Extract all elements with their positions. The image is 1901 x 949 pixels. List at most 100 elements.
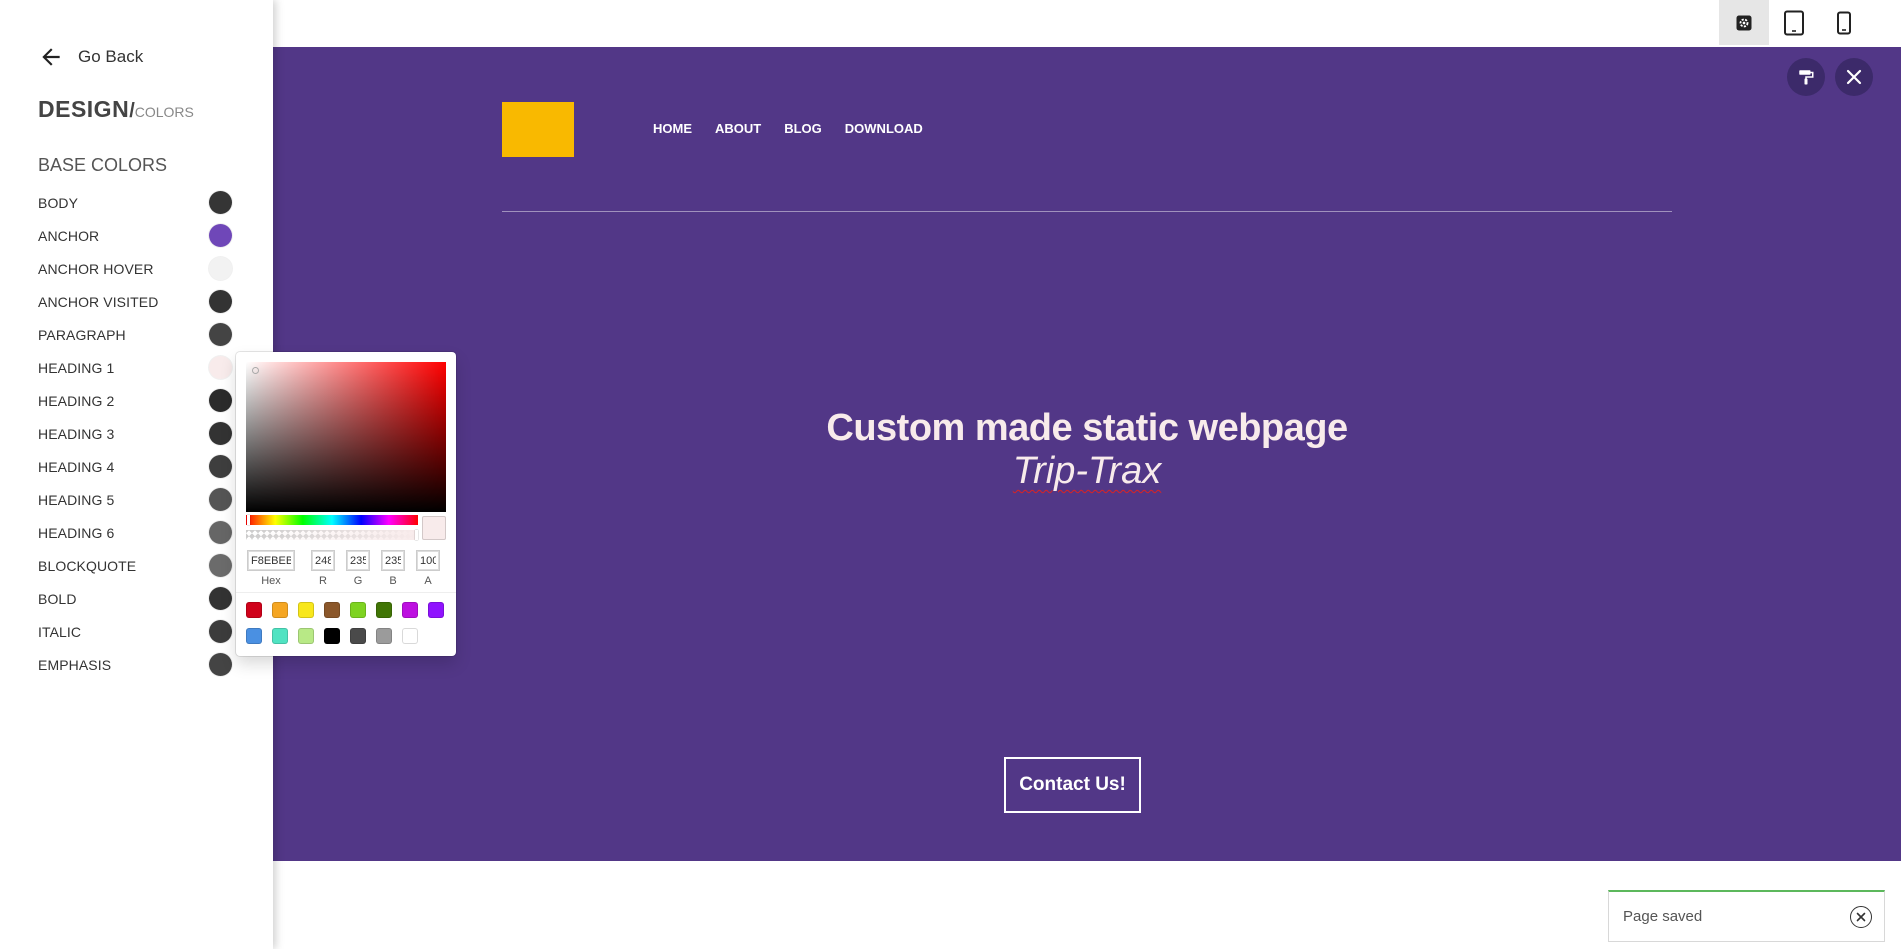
close-editor-button[interactable] <box>1835 58 1873 96</box>
preset-swatch[interactable] <box>272 602 288 618</box>
a-input[interactable] <box>416 550 440 571</box>
preset-swatch[interactable] <box>246 628 262 644</box>
color-row-heading-1[interactable]: HEADING 1 <box>38 351 235 384</box>
r-field-group: R <box>310 550 336 587</box>
mobile-icon <box>1837 11 1851 34</box>
preset-swatch[interactable] <box>376 602 392 618</box>
current-color-swatch <box>422 516 446 540</box>
preset-swatches <box>236 592 456 654</box>
color-row-heading-4[interactable]: HEADING 4 <box>38 450 235 483</box>
nav-link-blog[interactable]: BLOG <box>784 121 822 136</box>
go-back-label: Go Back <box>78 47 144 66</box>
title-main: DESIGN <box>38 96 130 122</box>
hex-input[interactable] <box>247 550 295 571</box>
color-row-heading-6[interactable]: HEADING 6 <box>38 516 235 549</box>
saturation-pointer[interactable] <box>252 367 259 374</box>
color-row-heading-3[interactable]: HEADING 3 <box>38 417 235 450</box>
color-row-anchor-visited[interactable]: ANCHOR VISITED <box>38 285 235 318</box>
g-input[interactable] <box>346 550 370 571</box>
go-back-button[interactable]: Go Back <box>38 44 143 70</box>
color-swatch[interactable] <box>209 257 232 280</box>
nav-link-download[interactable]: DOWNLOAD <box>845 121 923 136</box>
color-row-italic[interactable]: ITALIC <box>38 615 235 648</box>
app: Go Back DESIGN/COLORS BASE COLORS BODY AN… <box>0 0 1901 949</box>
preset-swatch[interactable] <box>402 628 418 644</box>
b-label: B <box>389 575 397 587</box>
g-field-group: G <box>345 550 371 587</box>
hue-slider[interactable] <box>246 515 418 525</box>
color-row-anchor-hover[interactable]: ANCHOR HOVER <box>38 252 235 285</box>
color-swatch[interactable] <box>209 191 232 214</box>
alpha-slider[interactable] <box>246 530 418 540</box>
preset-swatch[interactable] <box>246 602 262 618</box>
color-swatch[interactable] <box>209 620 232 643</box>
color-row-heading-2[interactable]: HEADING 2 <box>38 384 235 417</box>
a-field-group: A <box>415 550 441 587</box>
nav-link-about[interactable]: ABOUT <box>715 121 761 136</box>
hero-headline[interactable]: Custom made static webpage <box>273 407 1901 450</box>
color-picker-popup: Hex R G B A <box>236 352 456 656</box>
color-swatch[interactable] <box>209 389 232 412</box>
color-swatch[interactable] <box>209 224 232 247</box>
g-label: G <box>353 575 363 587</box>
settings-icon <box>1736 15 1752 30</box>
notification-message: Page saved <box>1623 908 1703 925</box>
color-label: HEADING 2 <box>38 392 115 409</box>
color-row-emphasis[interactable]: EMPHASIS <box>38 648 235 681</box>
color-swatch[interactable] <box>209 521 232 544</box>
color-swatch[interactable] <box>209 290 232 313</box>
contact-us-button[interactable]: Contact Us! <box>1004 757 1141 813</box>
arrow-left-icon <box>42 48 60 66</box>
color-swatch[interactable] <box>209 455 232 478</box>
color-row-paragraph[interactable]: PARAGRAPH <box>38 318 235 351</box>
tablet-view-button[interactable] <box>1769 0 1819 45</box>
preset-swatch[interactable] <box>272 628 288 644</box>
preset-swatch[interactable] <box>350 602 366 618</box>
topbar <box>273 0 1901 47</box>
site-nav: HOME ABOUT BLOG DOWNLOAD <box>653 121 946 136</box>
tablet-icon <box>1784 10 1804 35</box>
mobile-view-button[interactable] <box>1819 0 1869 45</box>
alpha-handle[interactable] <box>415 530 418 540</box>
color-row-anchor[interactable]: ANCHOR <box>38 219 235 252</box>
paint-roller-button[interactable] <box>1787 58 1825 96</box>
color-row-bold[interactable]: BOLD <box>38 582 235 615</box>
color-label: HEADING 6 <box>38 524 115 541</box>
preset-swatch[interactable] <box>298 628 314 644</box>
color-swatch[interactable] <box>209 587 232 610</box>
color-label: HEADING 3 <box>38 425 115 442</box>
b-input[interactable] <box>381 550 405 571</box>
dismiss-notification-button[interactable] <box>1850 906 1872 928</box>
color-swatch[interactable] <box>209 653 232 676</box>
color-label: BLOCKQUOTE <box>38 557 137 574</box>
nav-link-home[interactable]: HOME <box>653 121 692 136</box>
header-divider <box>502 211 1672 212</box>
preset-swatch[interactable] <box>324 628 340 644</box>
b-field-group: B <box>380 550 406 587</box>
color-swatch[interactable] <box>209 356 232 379</box>
hero-subheadline[interactable]: Trip-Trax <box>273 450 1901 493</box>
color-label: ITALIC <box>38 623 82 640</box>
site-logo[interactable] <box>502 102 574 157</box>
saturation-area[interactable] <box>246 362 446 512</box>
color-row-blockquote[interactable]: BLOCKQUOTE <box>38 549 235 582</box>
settings-button[interactable] <box>1719 0 1769 45</box>
color-row-heading-5[interactable]: HEADING 5 <box>38 483 235 516</box>
paint-roller-icon <box>1799 70 1814 85</box>
preset-swatch[interactable] <box>350 628 366 644</box>
preset-swatch[interactable] <box>376 628 392 644</box>
preset-swatch[interactable] <box>402 602 418 618</box>
color-row-body[interactable]: BODY <box>38 186 235 219</box>
color-swatch[interactable] <box>209 323 232 346</box>
color-swatch[interactable] <box>209 488 232 511</box>
color-swatch[interactable] <box>209 422 232 445</box>
preset-swatch[interactable] <box>298 602 314 618</box>
preset-swatch[interactable] <box>324 602 340 618</box>
color-label: ANCHOR VISITED <box>38 293 159 310</box>
r-label: R <box>319 575 327 587</box>
hue-handle[interactable] <box>247 515 250 525</box>
color-swatch[interactable] <box>209 554 232 577</box>
r-input[interactable] <box>311 550 335 571</box>
preset-swatch[interactable] <box>428 602 444 618</box>
color-label: HEADING 5 <box>38 491 115 508</box>
